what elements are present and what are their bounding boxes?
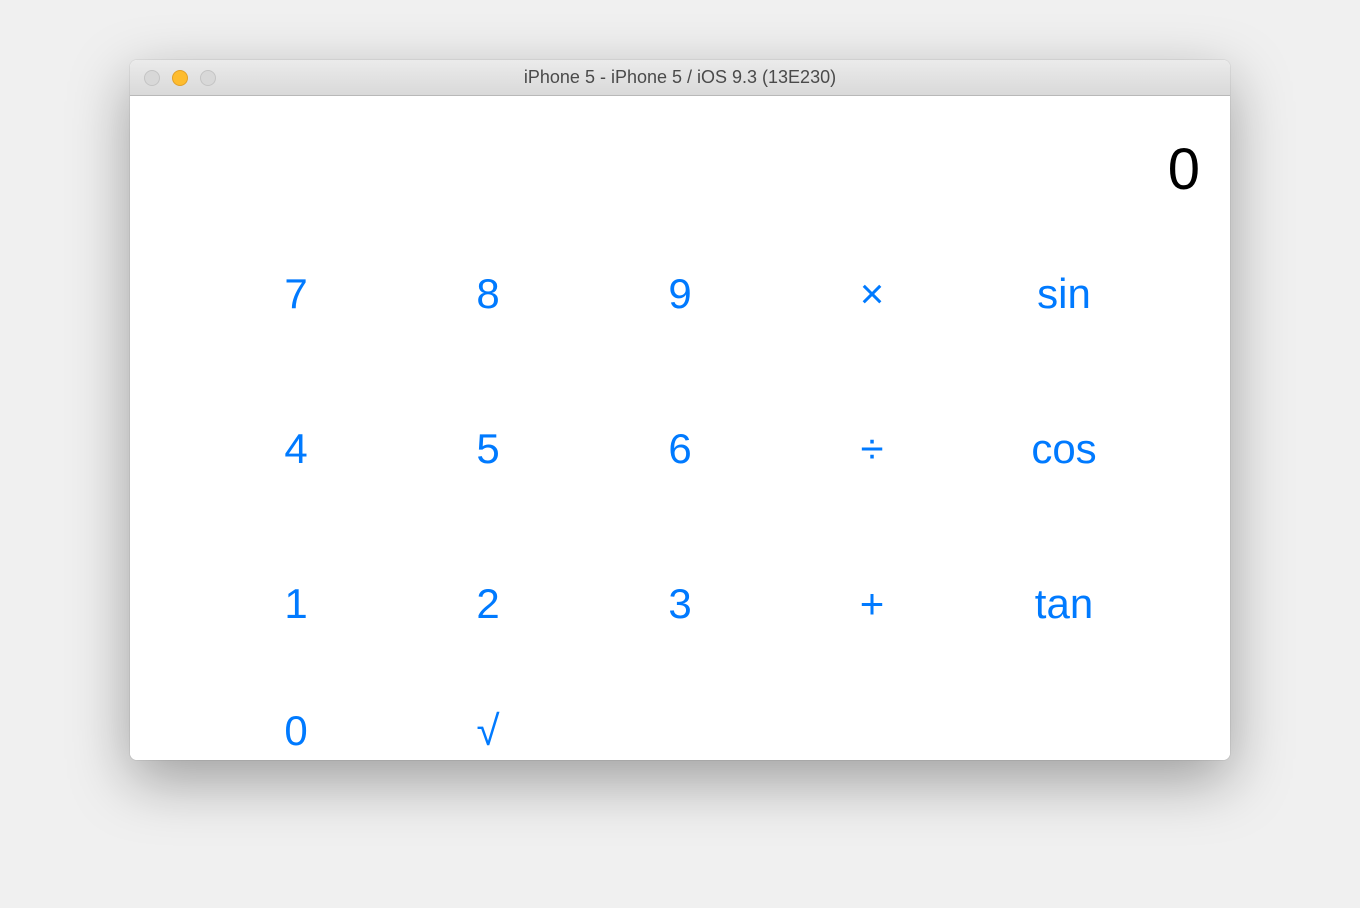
window-title: iPhone 5 - iPhone 5 / iOS 9.3 (13E230) [130,67,1230,88]
key-multiply[interactable]: × [776,223,968,365]
key-row4-c3[interactable] [584,687,776,747]
key-3[interactable]: 3 [584,533,776,675]
key-plus[interactable]: + [776,533,968,675]
key-9[interactable]: 9 [584,223,776,365]
key-divide[interactable]: ÷ [776,378,968,520]
maximize-icon[interactable] [200,70,216,86]
window-titlebar[interactable]: iPhone 5 - iPhone 5 / iOS 9.3 (13E230) [130,60,1230,96]
calculator-display: 0 [130,96,1230,223]
key-row4-c5[interactable] [968,687,1160,747]
simulator-window: iPhone 5 - iPhone 5 / iOS 9.3 (13E230) 0… [130,60,1230,760]
key-cos[interactable]: cos [968,378,1160,520]
key-5[interactable]: 5 [392,378,584,520]
traffic-lights [130,70,216,86]
key-8[interactable]: 8 [392,223,584,365]
key-2[interactable]: 2 [392,533,584,675]
calculator-content: 0 7 8 9 × sin 4 5 6 ÷ cos 1 2 3 + tan 0 … [130,96,1230,760]
key-4[interactable]: 4 [200,378,392,520]
key-sqrt[interactable]: √ [392,687,584,747]
close-icon[interactable] [144,70,160,86]
key-0[interactable]: 0 [200,687,392,747]
display-value: 0 [1168,137,1200,202]
key-tan[interactable]: tan [968,533,1160,675]
minimize-icon[interactable] [172,70,188,86]
key-row4-c4[interactable] [776,687,968,747]
key-1[interactable]: 1 [200,533,392,675]
key-sin[interactable]: sin [968,223,1160,365]
calculator-keypad: 7 8 9 × sin 4 5 6 ÷ cos 1 2 3 + tan 0 √ [130,223,1230,760]
key-7[interactable]: 7 [200,223,392,365]
key-6[interactable]: 6 [584,378,776,520]
